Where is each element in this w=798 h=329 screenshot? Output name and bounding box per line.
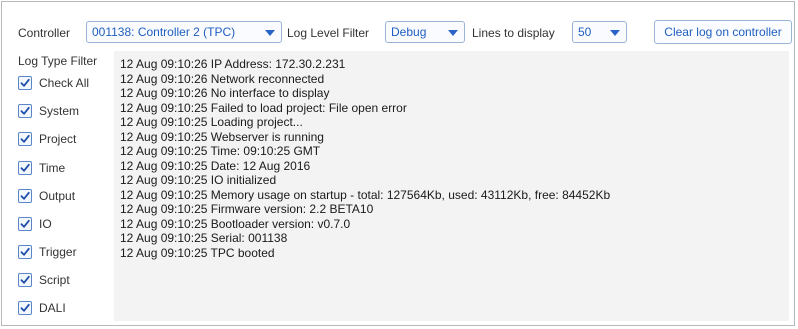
log-line: 12 Aug 09:10:26 Network reconnected bbox=[120, 71, 325, 86]
log-line: 12 Aug 09:10:25 Failed to load project: … bbox=[120, 100, 407, 115]
log-line: 12 Aug 09:10:26 No interface to display bbox=[120, 86, 330, 100]
checkbox-box[interactable] bbox=[18, 132, 32, 146]
log-line: 12 Aug 09:10:25 Firmware version: 2.2 BE… bbox=[120, 202, 374, 216]
log-level-select[interactable]: Debug bbox=[385, 21, 465, 43]
log-window: Controller 001138: Controller 2 (TPC) Lo… bbox=[1, 1, 795, 326]
log-line: 12 Aug 09:10:25 Webserver is running bbox=[120, 129, 324, 144]
checkmark-icon bbox=[20, 134, 30, 143]
log-type-filter-title: Log Type Filter bbox=[18, 54, 98, 68]
lines-select[interactable]: 50 bbox=[572, 21, 627, 43]
log-line: 12 Aug 09:10:25 Memory usage on startup … bbox=[120, 187, 611, 202]
checkmark-icon bbox=[20, 78, 30, 87]
chevron-down-icon bbox=[610, 30, 620, 36]
filter-checkbox-label: DALI bbox=[39, 301, 66, 315]
clear-log-button[interactable]: Clear log on controller bbox=[654, 20, 792, 44]
checkbox-box[interactable] bbox=[18, 217, 32, 231]
log-line: 12 Aug 09:10:25 Loading project... bbox=[120, 115, 303, 129]
filter-checkbox-label: IO bbox=[39, 217, 52, 231]
controller-select-value: 001138: Controller 2 (TPC) bbox=[92, 25, 236, 39]
filter-checkbox-label: Trigger bbox=[39, 245, 77, 259]
checkmark-icon bbox=[20, 163, 30, 172]
checkbox-box[interactable] bbox=[18, 245, 32, 259]
checkmark-icon bbox=[20, 303, 30, 312]
toolbar: Controller 001138: Controller 2 (TPC) Lo… bbox=[2, 20, 796, 46]
checkmark-icon bbox=[20, 191, 30, 200]
lines-label: Lines to display bbox=[472, 26, 555, 40]
checkmark-icon bbox=[20, 106, 30, 115]
log-line: 12 Aug 09:10:25 Time: 09:10:25 GMT bbox=[120, 144, 321, 158]
controller-select[interactable]: 001138: Controller 2 (TPC) bbox=[86, 21, 282, 43]
checkbox-box[interactable] bbox=[18, 104, 32, 118]
checkbox-box[interactable] bbox=[18, 76, 32, 90]
controller-label: Controller bbox=[18, 26, 71, 40]
log-level-select-value: Debug bbox=[391, 25, 427, 39]
filter-checkbox-label: System bbox=[39, 104, 80, 118]
filter-checkbox-label: Output bbox=[39, 189, 76, 203]
log-level-label: Log Level Filter bbox=[287, 26, 370, 40]
checkbox-box[interactable] bbox=[18, 189, 32, 203]
checkmark-icon bbox=[20, 247, 30, 256]
log-lines: 12 Aug 09:10:26 IP Address: 172.30.2.231… bbox=[120, 57, 610, 260]
log-line: 12 Aug 09:10:25 Serial: 001138 bbox=[120, 231, 288, 245]
checkbox-box[interactable] bbox=[18, 161, 32, 175]
filter-checkbox-label: Project bbox=[39, 132, 77, 146]
log-line: 12 Aug 09:10:25 TPC booted bbox=[120, 245, 275, 260]
chevron-down-icon bbox=[265, 30, 275, 36]
checkbox-box[interactable] bbox=[18, 273, 32, 287]
checkmark-icon bbox=[20, 275, 30, 284]
filter-checkbox-label: Script bbox=[39, 273, 70, 287]
log-line: 12 Aug 09:10:25 IO initialized bbox=[120, 173, 277, 187]
lines-select-value: 50 bbox=[578, 25, 592, 39]
filter-checkbox-label: Check All bbox=[39, 76, 90, 90]
log-line: 12 Aug 09:10:25 Bootloader version: v0.7… bbox=[120, 216, 351, 231]
log-output-panel[interactable]: 12 Aug 09:10:26 IP Address: 172.30.2.231… bbox=[114, 51, 789, 321]
chevron-down-icon bbox=[448, 30, 458, 36]
checkbox-box[interactable] bbox=[18, 301, 32, 315]
log-line: 12 Aug 09:10:26 IP Address: 172.30.2.231 bbox=[120, 57, 346, 71]
checkmark-icon bbox=[20, 219, 30, 228]
log-line: 12 Aug 09:10:25 Date: 12 Aug 2016 bbox=[120, 158, 311, 173]
filter-checkbox-label: Time bbox=[39, 161, 66, 175]
